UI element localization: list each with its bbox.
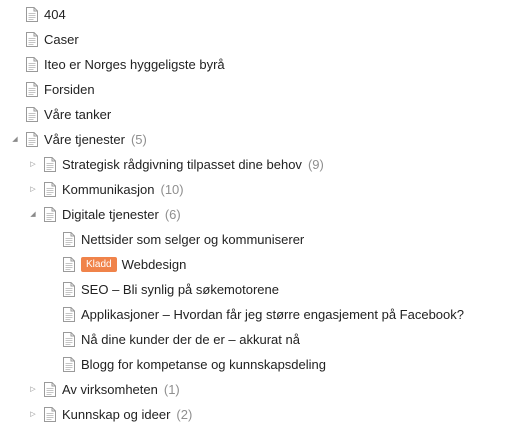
draft-badge: Kladd <box>81 256 117 272</box>
child-count: (9) <box>307 156 324 172</box>
tree-item-webdesign[interactable]: Kladd Webdesign <box>47 253 186 275</box>
page-icon <box>26 31 38 47</box>
tree-item-seo[interactable]: SEO – Bli synlig på søkemotorene <box>47 278 279 300</box>
tree-item-title[interactable]: Strategisk rådgivning tilpasset dine beh… <box>62 157 302 172</box>
triangle-right-icon[interactable]: ▷ <box>28 159 38 169</box>
tree-item-title[interactable]: Digitale tjenester <box>62 207 159 222</box>
tree-item-forsiden[interactable]: Forsiden <box>10 78 95 100</box>
triangle-down-icon[interactable]: ◢ <box>10 134 20 144</box>
triangle-right-icon[interactable]: ▷ <box>28 384 38 394</box>
page-icon <box>26 81 38 97</box>
tree-item-title[interactable]: Forsiden <box>44 82 95 97</box>
child-count: (10) <box>160 181 184 197</box>
tree-item-iteo[interactable]: Iteo er Norges hyggeligste byrå <box>10 53 225 75</box>
page-icon <box>26 131 38 147</box>
child-count: (2) <box>176 406 193 422</box>
tree-item-strategisk[interactable]: ▷ Strategisk rådgivning tilpasset dine b… <box>28 153 324 175</box>
page-icon <box>26 56 38 72</box>
tree-item-caser[interactable]: Caser <box>10 28 79 50</box>
triangle-down-icon[interactable]: ◢ <box>28 209 38 219</box>
tree-item-applikasjoner[interactable]: Applikasjoner – Hvordan får jeg større e… <box>47 303 464 325</box>
tree-item-title[interactable]: Caser <box>44 32 79 47</box>
tree-item-kunnskap-og-ideer[interactable]: ▷ Kunnskap og ideer (2) <box>28 403 192 425</box>
page-icon <box>26 6 38 22</box>
tree-item-blogg[interactable]: Blogg for kompetanse og kunnskapsdeling <box>47 353 326 375</box>
child-count: (1) <box>163 381 180 397</box>
page-tree: 404 Caser Iteo er Norges hyggeligste byr… <box>0 0 505 438</box>
triangle-right-icon[interactable]: ▷ <box>28 184 38 194</box>
tree-item-digitale-tjenester[interactable]: ◢ Digitale tjenester (6) <box>28 203 181 225</box>
tree-item-av-virksomheten[interactable]: ▷ Av virksomheten (1) <box>28 378 180 400</box>
tree-item-title[interactable]: Våre tjenester <box>44 132 125 147</box>
tree-item-kommunikasjon[interactable]: ▷ Kommunikasjon (10) <box>28 178 184 200</box>
tree-item-404[interactable]: 404 <box>10 3 66 25</box>
page-icon <box>63 356 75 372</box>
page-icon <box>44 206 56 222</box>
tree-item-title[interactable]: Iteo er Norges hyggeligste byrå <box>44 57 225 72</box>
page-icon <box>63 306 75 322</box>
tree-item-title[interactable]: Kommunikasjon <box>62 182 155 197</box>
tree-item-title[interactable]: Blogg for kompetanse og kunnskapsdeling <box>81 357 326 372</box>
page-icon <box>44 381 56 397</box>
page-icon <box>44 181 56 197</box>
triangle-right-icon[interactable]: ▷ <box>28 409 38 419</box>
tree-item-nettsider[interactable]: Nettsider som selger og kommuniserer <box>47 228 304 250</box>
tree-item-title[interactable]: Nå dine kunder der de er – akkurat nå <box>81 332 300 347</box>
page-icon <box>44 406 56 422</box>
page-icon <box>63 256 75 272</box>
tree-item-title[interactable]: 404 <box>44 7 66 22</box>
page-icon <box>44 156 56 172</box>
page-icon <box>63 331 75 347</box>
tree-item-vare-tjenester[interactable]: ◢ Våre tjenester (5) <box>10 128 147 150</box>
tree-item-title[interactable]: SEO – Bli synlig på søkemotorene <box>81 282 279 297</box>
tree-item-title[interactable]: Webdesign <box>122 257 187 272</box>
child-count: (5) <box>130 131 147 147</box>
tree-item-title[interactable]: Nettsider som selger og kommuniserer <box>81 232 304 247</box>
child-count: (6) <box>164 206 181 222</box>
tree-item-na-dine-kunder[interactable]: Nå dine kunder der de er – akkurat nå <box>47 328 300 350</box>
page-icon <box>63 231 75 247</box>
tree-item-title[interactable]: Applikasjoner – Hvordan får jeg større e… <box>81 307 464 322</box>
tree-item-title[interactable]: Kunnskap og ideer <box>62 407 170 422</box>
tree-item-title[interactable]: Av virksomheten <box>62 382 158 397</box>
page-icon <box>63 281 75 297</box>
page-icon <box>26 106 38 122</box>
tree-item-vare-tanker[interactable]: Våre tanker <box>10 103 111 125</box>
tree-item-title[interactable]: Våre tanker <box>44 107 111 122</box>
